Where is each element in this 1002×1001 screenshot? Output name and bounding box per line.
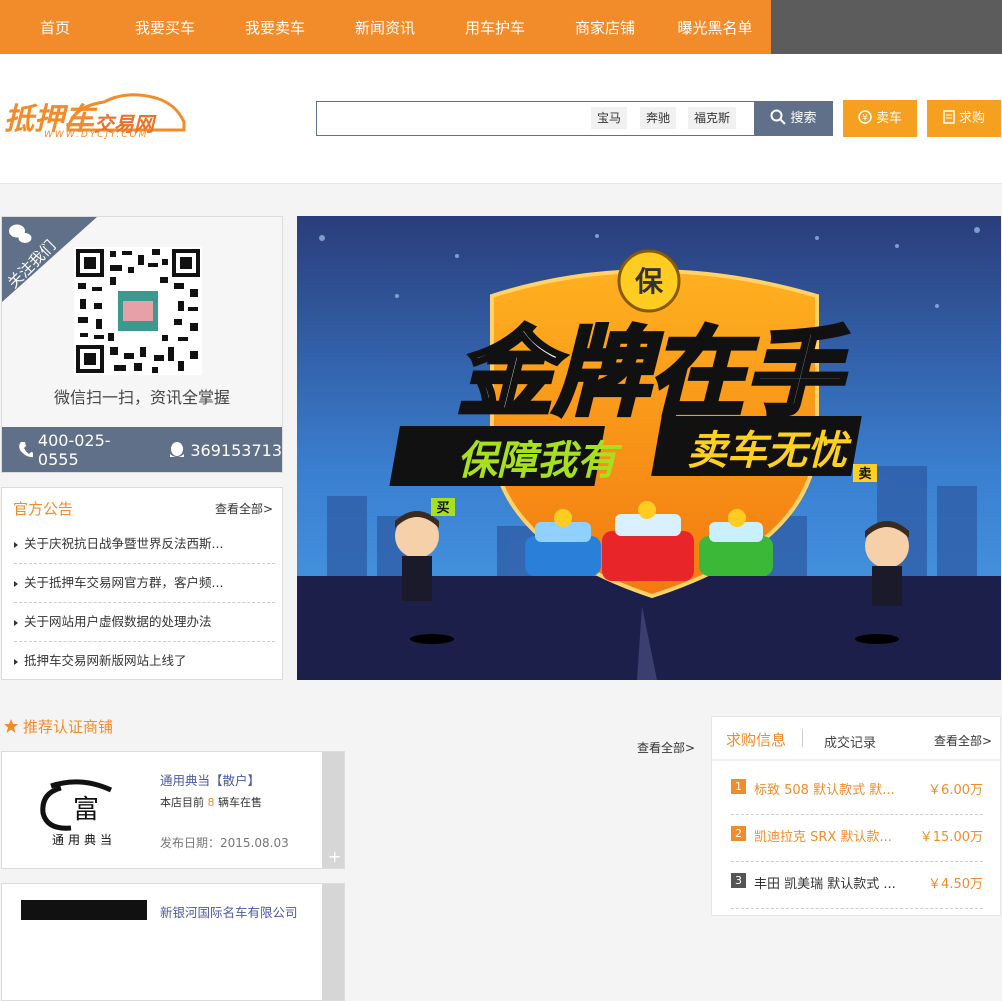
shop-name[interactable]: 通用典当【散户】	[160, 770, 260, 789]
request-price: ￥4.50万	[928, 877, 983, 892]
shop-card-fold	[322, 884, 344, 1000]
shops-view-all-link[interactable]: 查看全部>	[637, 739, 695, 756]
shop-publish-date: 发布日期：2015.08.03	[160, 836, 289, 850]
recommended-shops-title-text: 推荐认证商铺	[23, 718, 114, 736]
search-input[interactable]: 宝马 奔驰 福克斯	[316, 101, 755, 136]
qr-code-graphic	[74, 247, 202, 375]
site-header: 抵押车 交易网 WWW.DYCJY.COM 宝马 奔驰 福克斯 搜索 ¥ 卖车 …	[0, 54, 1002, 184]
shop-logo: 富 通用典当	[21, 768, 147, 848]
qq-icon	[169, 442, 184, 457]
notice-item-text: 关于抵押车交易网官方群，客户频...	[24, 575, 224, 590]
search-button[interactable]: 搜索	[754, 101, 833, 136]
rank-badge: 1	[731, 778, 746, 794]
notice-item-text: 关于网站用户虚假数据的处理办法	[24, 614, 212, 629]
wechat-qr-code	[74, 247, 202, 375]
sell-sign-text: 卖	[858, 466, 871, 482]
notice-item[interactable]: 关于网站用户虚假数据的处理办法	[14, 603, 275, 642]
requests-view-all-link[interactable]: 查看全部>	[934, 732, 992, 749]
request-row[interactable]: 1 标致 508 默认款式 默... ￥6.00万	[731, 768, 983, 815]
nav-item-car-care[interactable]: 用车护车	[440, 0, 550, 54]
rank-badge: 2	[731, 825, 746, 841]
bullet-icon	[14, 541, 18, 548]
sell-button[interactable]: ¥ 卖车	[843, 100, 917, 137]
shop-name[interactable]: 新银河国际名车有限公司	[160, 902, 298, 921]
contact-qq[interactable]: 369153713	[190, 441, 282, 460]
promo-banner[interactable]: 保 金牌在手 保障我有 卖车无忧 买 卖	[297, 216, 1001, 680]
shop-car-count: 8	[207, 796, 215, 809]
nav-item-buy-car[interactable]: 我要买车	[110, 0, 220, 54]
notices-title: 官方公告	[13, 500, 74, 518]
notice-item[interactable]: 抵押车交易网新版网站上线了	[14, 642, 275, 680]
request-price: ￥6.00万	[928, 783, 983, 798]
contact-bar: 400-025-0555 369153713	[2, 427, 282, 472]
shop-logo-char: 富	[73, 795, 99, 825]
buy-button-label: 求购	[958, 111, 985, 126]
svg-text:¥: ¥	[862, 114, 868, 124]
nav-item-shops[interactable]: 商家店铺	[550, 0, 660, 54]
banner-headline: 金牌在手	[457, 317, 848, 429]
request-price: ￥15.00万	[919, 830, 983, 845]
buy-sign-text: 买	[436, 501, 449, 516]
star-icon	[4, 719, 18, 733]
plus-icon[interactable]: +	[328, 847, 341, 866]
request-title: 标致 508 默认款式 默...	[754, 783, 895, 798]
site-logo[interactable]: 抵押车 交易网 WWW.DYCJY.COM	[4, 93, 189, 144]
bullet-icon	[14, 619, 18, 626]
shop-logo	[21, 900, 147, 920]
phone-icon	[19, 442, 33, 458]
tab-purchase-requests[interactable]: 求购信息	[726, 729, 786, 750]
banner-slogan-left: 保障我有	[457, 438, 623, 484]
banner-artwork: 保 金牌在手 保障我有 卖车无忧 买 卖	[297, 216, 1001, 680]
bullet-icon	[14, 658, 18, 665]
follow-us-panel: 关注我们 微信扫一扫，资讯全掌握 400-025-0555 369153713	[1, 216, 283, 473]
hot-tag-benz[interactable]: 奔驰	[640, 107, 677, 129]
search-button-label: 搜索	[790, 111, 817, 126]
nav-item-blacklist[interactable]: 曝光黑名单	[660, 0, 770, 54]
nav-item-sell-car[interactable]: 我要卖车	[220, 0, 330, 54]
divider	[712, 759, 1002, 761]
notice-item[interactable]: 关于抵押车交易网官方群，客户频...	[14, 564, 275, 603]
notice-item-text: 关于庆祝抗日战争暨世界反法西斯...	[24, 536, 224, 551]
pawn-shop-logo: 富 通用典当	[40, 779, 116, 847]
notice-item-text: 抵押车交易网新版网站上线了	[24, 653, 187, 668]
hot-tag-bmw[interactable]: 宝马	[591, 107, 628, 129]
request-title: 丰田 凯美瑞 默认款式 ...	[754, 877, 896, 892]
tab-divider	[802, 729, 803, 747]
official-notices: 官方公告 查看全部> 关于庆祝抗日战争暨世界反法西斯... 关于抵押车交易网官方…	[1, 487, 283, 680]
shop-info-suffix: 辆车在售	[218, 796, 262, 809]
top-nav: 首页 我要买车 我要卖车 新闻资讯 用车护车 商家店铺 曝光黑名单	[0, 0, 771, 54]
request-title: 凯迪拉克 SRX 默认款...	[754, 830, 892, 845]
request-row[interactable]: 2 凯迪拉克 SRX 默认款... ￥15.00万	[731, 815, 983, 862]
notices-view-all-link[interactable]: 查看全部>	[215, 500, 273, 517]
document-icon	[943, 110, 955, 124]
buy-request-button[interactable]: 求购	[927, 100, 1001, 137]
coin-icon: ¥	[858, 110, 872, 124]
nav-item-news[interactable]: 新闻资讯	[330, 0, 440, 54]
follow-scan-text: 微信扫一扫，资讯全掌握	[53, 388, 230, 407]
shop-logo-text: 通用典当	[52, 833, 116, 847]
shop-info: 本店目前 8 辆车在售	[160, 794, 262, 810]
rank-badge: 3	[731, 872, 746, 888]
search-icon	[770, 109, 787, 125]
request-row[interactable]: 3 丰田 凯美瑞 默认款式 ... ￥4.50万	[731, 862, 983, 909]
hot-tag-focus[interactable]: 福克斯	[688, 107, 737, 129]
top-nav-filler	[771, 0, 1002, 54]
tab-deal-records[interactable]: 成交记录	[824, 732, 876, 751]
contact-phone[interactable]: 400-025-0555	[38, 431, 144, 469]
bullet-icon	[14, 580, 18, 587]
shop-card[interactable]: 新银河国际名车有限公司	[1, 883, 345, 1001]
notice-item[interactable]: 关于庆祝抗日战争暨世界反法西斯...	[14, 525, 275, 564]
nav-item-home[interactable]: 首页	[0, 0, 110, 54]
sell-button-label: 卖车	[875, 111, 902, 126]
banner-slogan-right: 卖车无忧	[687, 428, 852, 474]
logo-url-text: WWW.DYCJY.COM	[44, 130, 149, 140]
guarantee-badge-text: 保	[635, 265, 664, 298]
shop-card-fold: +	[322, 752, 344, 868]
purchase-requests-panel: 求购信息 成交记录 查看全部> 1 标致 508 默认款式 默... ￥6.00万 …	[711, 716, 1002, 916]
shop-card[interactable]: 富 通用典当 通用典当【散户】 本店目前 8 辆车在售 发布日期：2015.08…	[1, 751, 345, 869]
shop-info-prefix: 本店目前	[160, 796, 204, 809]
recommended-shops-title: 推荐认证商铺	[3, 716, 113, 737]
